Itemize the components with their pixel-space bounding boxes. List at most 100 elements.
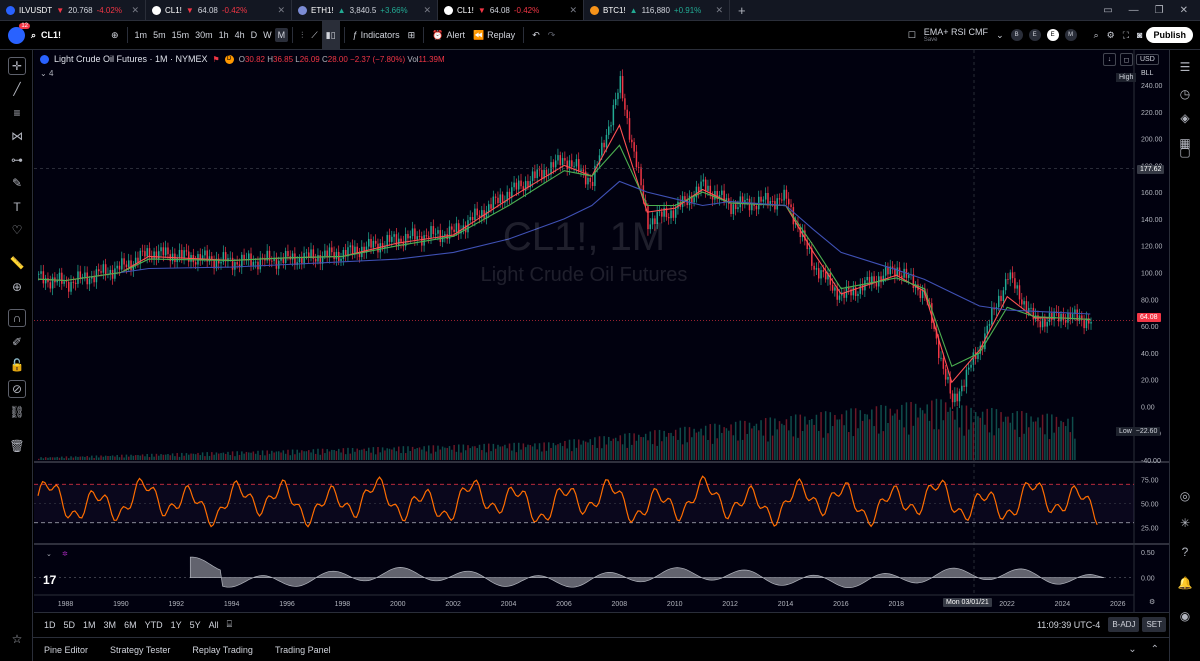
brush-tool[interactable]: ✎ [8,174,26,192]
templates-button[interactable]: ⊞ [404,21,420,49]
indicator-count[interactable]: ⌄ 4 [40,69,53,78]
pane-maximize-button[interactable]: ◻ [1120,53,1133,66]
help-button[interactable]: ? [1176,543,1194,561]
crosshair-tool[interactable]: ✛ [8,57,26,75]
range-1d[interactable]: 1D [40,620,60,630]
chart-type-line-button[interactable]: ⟋ [307,21,321,49]
chart-tab[interactable]: ILVUSDT ▼ 20.768 -4.02% ✕ [0,0,146,20]
pane-down-button[interactable]: ↓ [1103,53,1116,66]
quick-button[interactable]: E [1028,29,1041,41]
close-tab-icon[interactable]: ✕ [423,5,431,16]
range-5y[interactable]: 5Y [186,620,205,630]
goto-date-button[interactable]: ⌸ [223,619,236,630]
interval-M[interactable]: M [274,28,289,42]
layout-menu[interactable]: EMA+ RSI CMF Save [920,27,992,43]
compare-symbol-button[interactable]: ⊕ [107,21,123,49]
collapse-panel-icon[interactable]: ⌄ [1128,644,1136,655]
timezone-clock[interactable]: 11:09:39 UTC-4 [1037,620,1108,630]
close-tab-icon[interactable]: ✕ [715,5,723,16]
interval-4h[interactable]: 4h [232,28,248,42]
range-6m[interactable]: 6M [120,620,141,630]
panel-tab[interactable]: Trading Panel [264,645,342,655]
indicators-button[interactable]: ƒ Indicators [349,21,404,49]
lock-tool[interactable]: 🔓 [8,356,26,374]
chart-pane[interactable]: -40.00-20.000.0020.0040.0060.0080.00100.… [34,50,1169,612]
range-5d[interactable]: 5D [60,620,80,630]
signals-button[interactable]: ✳ [1176,514,1194,532]
interval-1h[interactable]: 1h [216,28,232,42]
chart-tab[interactable]: ETH1! ▲ 3,840.5 +3.66% ✕ [292,0,438,20]
interval-30m[interactable]: 30m [192,28,216,42]
undo-button[interactable]: ↶ [528,21,544,49]
settings-button[interactable]: ⚙ [1103,30,1119,41]
pattern-tool[interactable]: ⋈ [8,127,26,145]
stay-drawing-tool[interactable]: ✐ [8,333,26,351]
interval-1m[interactable]: 1m [132,28,151,42]
favorites-tool[interactable]: ☆ [8,630,26,648]
session-button[interactable]: SET [1142,617,1166,632]
publish-button[interactable]: Publish [1146,27,1193,43]
scale-mode[interactable]: BLL [1141,70,1153,77]
adjustment-button[interactable]: B-ADJ [1108,617,1140,632]
trend-line-tool[interactable]: ╱ [8,80,26,98]
chart-tab[interactable]: CL1! ▼ 64.08 -0.42% ✕ [438,0,584,20]
panel-tab[interactable]: Pine Editor [33,645,99,655]
alerts-panel-button[interactable]: ◷ [1176,85,1194,103]
chart-type-candles-button[interactable]: ▮▯ [321,21,340,49]
interval-W[interactable]: W [260,28,275,42]
maximize-panel-icon[interactable]: ⌃ [1151,644,1159,655]
account-button[interactable]: ◉ [1176,607,1194,625]
layout-checkbox[interactable]: ☐ [904,30,920,41]
symbol-search[interactable]: ⌕ CL1! [31,30,107,41]
range-1m[interactable]: 1M [79,620,100,630]
sync-tool[interactable]: ⛓ [8,403,26,421]
currency-button[interactable]: USD [1136,54,1159,65]
close-window-icon[interactable]: ✕ [1180,5,1188,16]
interval-D[interactable]: D [248,28,261,42]
magnet-tool[interactable]: ∩ [8,309,26,327]
new-tab-button[interactable]: + [730,0,754,20]
quick-button[interactable]: M [1064,29,1077,41]
chat-button[interactable]: ▢ [1176,143,1194,161]
chart-canvas[interactable]: -40.00-20.000.0020.0040.0060.0080.00100.… [34,50,1169,612]
remove-drawings-tool[interactable]: 🗑 [8,437,26,455]
collapse-indicator-button[interactable]: ⌄ [46,550,52,558]
fib-tool[interactable]: ≡ [8,104,26,122]
watchlist-button[interactable]: ☰ [1176,58,1194,76]
bar-replay-button[interactable]: ⫶ [297,21,307,49]
object-tree-button[interactable]: ◈ [1176,109,1194,127]
interval-5m[interactable]: 5m [150,28,169,42]
panel-tab[interactable]: Strategy Tester [99,645,181,655]
close-tab-icon[interactable]: ✕ [131,5,139,16]
range-1y[interactable]: 1Y [167,620,186,630]
redo-button[interactable]: ↷ [544,21,560,49]
chart-tab[interactable]: CL1! ▼ 64.08 -0.42% ✕ [146,0,292,20]
user-avatar[interactable]: 12 [8,22,30,44]
quick-search-button[interactable]: ⌕ [1090,30,1103,41]
close-tab-icon[interactable]: ✕ [569,5,577,16]
minimize-icon[interactable]: — [1129,5,1139,16]
quick-button[interactable]: E [1046,29,1059,41]
layout-icon[interactable]: ▭ [1103,5,1112,16]
close-tab-icon[interactable]: ✕ [277,5,285,16]
replay-button[interactable]: ⏪ Replay [469,21,519,49]
icon-tool[interactable]: ♡ [8,221,26,239]
chart-tab[interactable]: BTC1! ▲ 116,880 +0.91% ✕ [584,0,730,20]
ideas-button[interactable]: ◎ [1176,487,1194,505]
range-all[interactable]: All [205,620,223,630]
zoom-tool[interactable]: ⊕ [8,278,26,296]
axis-settings-icon[interactable]: ⚙ [1149,598,1155,606]
text-tool[interactable]: T [8,198,26,216]
quick-button[interactable]: B [1010,29,1023,41]
snapshot-button[interactable]: ◙ [1133,30,1146,40]
fullscreen-button[interactable]: ⛶ [1119,30,1133,41]
hide-drawings-tool[interactable]: ⊘ [8,380,26,398]
range-3m[interactable]: 3M [100,620,121,630]
measure-tool[interactable]: 📏 [8,254,26,272]
notifications-button[interactable]: 🔔 [1176,574,1194,592]
interval-15m[interactable]: 15m [169,28,193,42]
prediction-tool[interactable]: ⊶ [8,151,26,169]
layout-dropdown[interactable]: ⌄ [992,30,1008,41]
alert-button[interactable]: ⏰ Alert [428,21,469,49]
panel-tab[interactable]: Replay Trading [181,645,264,655]
